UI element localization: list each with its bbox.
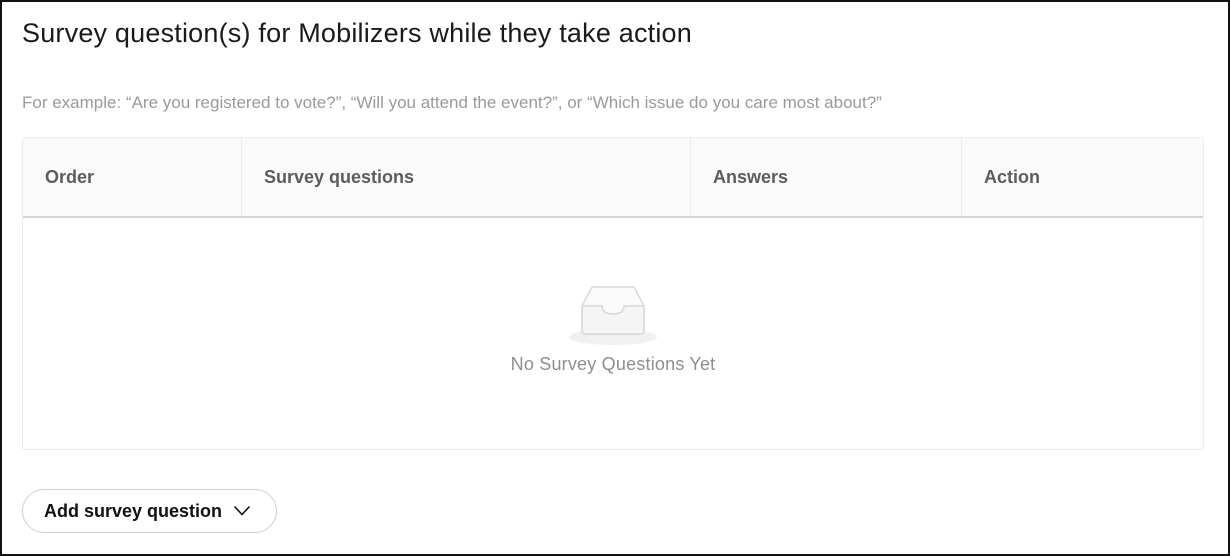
empty-state: No Survey Questions Yet (23, 218, 1203, 449)
section-title: Survey question(s) for Mobilizers while … (22, 18, 692, 48)
inbox-tray-icon (569, 286, 657, 345)
add-survey-question-label: Add survey question (44, 500, 223, 521)
table-header: Order Survey questions Answers Action (23, 138, 1203, 218)
column-header-order: Order (45, 166, 95, 187)
column-header-action: Action (961, 138, 1203, 216)
column-header-answers: Answers (690, 138, 961, 216)
survey-questions-table: Order Survey questions Answers Action No… (22, 137, 1204, 450)
chevron-down-icon (234, 506, 250, 516)
section-hint: For example: “Are you registered to vote… (22, 93, 882, 112)
empty-state-text: No Survey Questions Yet (510, 354, 716, 374)
column-header-survey-questions: Survey questions (241, 138, 690, 216)
add-survey-question-button[interactable]: Add survey question (22, 489, 277, 533)
survey-questions-panel: Survey question(s) for Mobilizers while … (0, 0, 1230, 556)
